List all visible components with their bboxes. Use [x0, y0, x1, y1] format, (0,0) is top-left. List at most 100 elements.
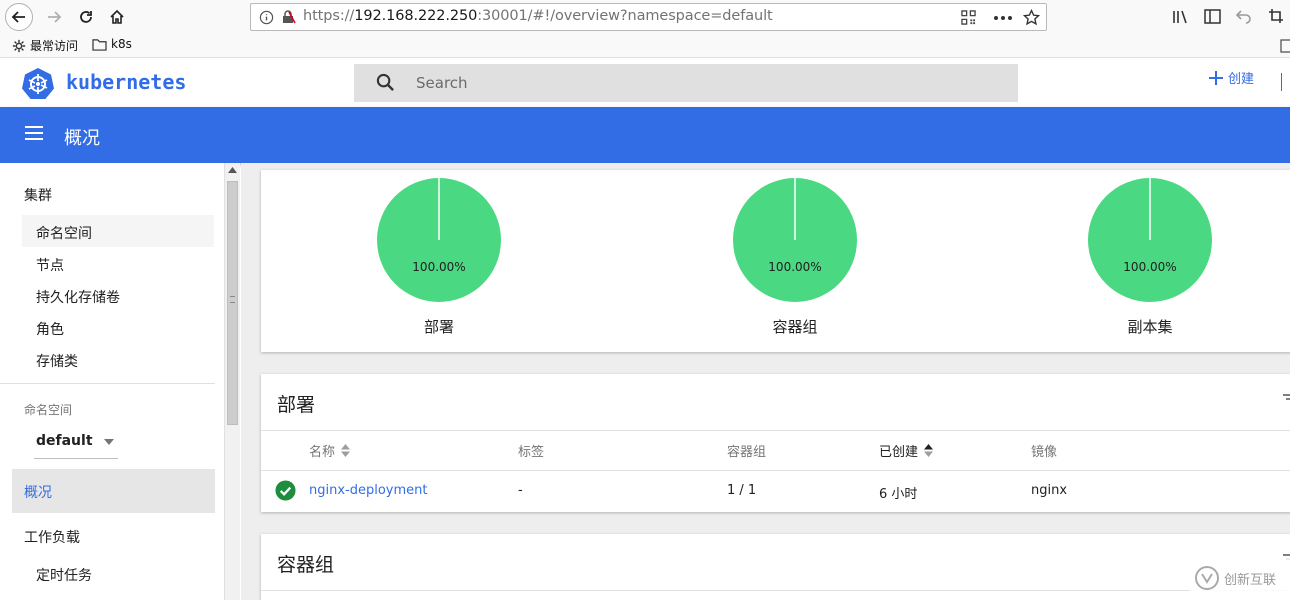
- deployment-pods: 1 / 1: [727, 483, 757, 498]
- app-header: kubernetes Search 创建: [0, 58, 1290, 107]
- table-row: nginx-deployment - 1 / 1 6 小时 nginx: [261, 471, 1290, 511]
- search-input[interactable]: Search: [354, 64, 1018, 102]
- screenshot-icon[interactable]: [1268, 8, 1284, 24]
- column-header-name[interactable]: 名称: [309, 441, 351, 460]
- kubernetes-logo-icon[interactable]: [22, 67, 54, 99]
- sidebar-item-persistent-volumes[interactable]: 持久化存储卷: [36, 287, 120, 307]
- sidebar-item-namespaces[interactable]: 命名空间: [36, 223, 92, 243]
- deployments-card: 部署 名称 标签 容器组 已创建 镜像 nginx-deployment - 1…: [261, 374, 1290, 512]
- deployment-name-link[interactable]: nginx-deployment: [309, 483, 428, 498]
- workload-status-card: 100.00% 部署 100.00% 容器组 100.00% 副本集: [261, 170, 1290, 352]
- pods-card: 容器组: [261, 534, 1290, 600]
- filter-icon[interactable]: [1283, 394, 1290, 404]
- gear-icon: [12, 39, 26, 52]
- sidebar: 集群 命名空间 节点 持久化存储卷 角色 存储类 命名空间 default 概况…: [0, 163, 224, 600]
- main-content: 100.00% 部署 100.00% 容器组 100.00% 副本集 部署 名称…: [241, 163, 1290, 600]
- insecure-lock-icon: [283, 10, 296, 24]
- menu-icon[interactable]: [25, 126, 43, 140]
- deployment-images: nginx: [1031, 483, 1068, 498]
- column-header-pods: 容器组: [727, 441, 766, 460]
- info-icon: [259, 10, 274, 25]
- pie-svg: 100.00%: [377, 178, 501, 302]
- bookmarks-bar: 最常访问 k8s: [0, 34, 1290, 58]
- pie-percent-label: 100.00%: [1123, 260, 1176, 274]
- app-logo-text[interactable]: kubernetes: [66, 70, 186, 94]
- sort-icon: [341, 444, 351, 457]
- pie-label-pods: 容器组: [772, 318, 818, 336]
- sidebar-scrollbar[interactable]: [224, 163, 240, 600]
- sidebar-item-cron-jobs[interactable]: 定时任务: [36, 565, 92, 585]
- namespace-select[interactable]: default: [34, 429, 118, 459]
- pie-chart-deployments: 100.00%: [376, 177, 502, 303]
- scroll-up-arrow-icon[interactable]: [228, 167, 237, 173]
- column-header-label: 镜像: [1031, 445, 1058, 460]
- arrow-right-icon: [48, 11, 62, 23]
- sidebar-divider: [0, 383, 215, 384]
- url-text: https://192.168.222.250:30001/#!/overvie…: [303, 8, 773, 24]
- column-header-label: 标签: [518, 445, 545, 460]
- sidebar-item-nodes[interactable]: 节点: [36, 255, 64, 275]
- address-bar[interactable]: https://192.168.222.250:30001/#!/overvie…: [250, 3, 1047, 31]
- bookmark-label: 最常访问: [30, 39, 79, 53]
- bookmark-label: k8s: [111, 37, 132, 51]
- column-header-label: 名称: [309, 445, 336, 460]
- namespace-value: default: [36, 433, 93, 449]
- forward-button[interactable]: [40, 3, 68, 31]
- pie-svg: 100.00%: [733, 178, 857, 302]
- sidebar-heading-cluster[interactable]: 集群: [24, 185, 52, 205]
- reload-button[interactable]: [72, 3, 100, 31]
- sidebar-toggle-icon[interactable]: [1204, 9, 1221, 24]
- plus-icon: [1209, 70, 1223, 85]
- header-divider: [1281, 73, 1282, 91]
- column-header-labels: 标签: [518, 441, 544, 460]
- page-title: 概况: [64, 128, 100, 149]
- pie-chart-pods: 100.00%: [732, 177, 858, 303]
- home-button[interactable]: [103, 3, 131, 31]
- watermark: 创新互联: [1190, 556, 1290, 600]
- reload-icon: [80, 11, 92, 23]
- sidebar-item-overview[interactable]: 概况: [12, 469, 215, 513]
- status-ok-icon: [275, 480, 296, 501]
- arrow-left-icon: [11, 11, 25, 23]
- folder-icon: [92, 38, 107, 51]
- create-button[interactable]: 创建: [1208, 68, 1254, 87]
- library-icon[interactable]: [1172, 9, 1189, 25]
- pie-chart-replica-sets: 100.00%: [1087, 177, 1213, 303]
- bookmark-star-icon[interactable]: [1023, 9, 1040, 26]
- back-button[interactable]: [5, 3, 33, 31]
- search-icon: [376, 73, 394, 91]
- qr-code-icon[interactable]: [961, 10, 976, 25]
- bookmark-most-visited[interactable]: 最常访问: [12, 37, 78, 54]
- browser-toolbar: https://192.168.222.250:30001/#!/overvie…: [0, 0, 1290, 34]
- sidebar-item-label: 概况: [24, 485, 52, 501]
- watermark-text: 创新互联: [1224, 572, 1277, 588]
- undo-icon[interactable]: [1236, 9, 1252, 24]
- pie-label-replica-sets: 副本集: [1127, 318, 1173, 336]
- pods-card-title: 容器组: [277, 554, 335, 576]
- column-header-created[interactable]: 已创建: [879, 441, 934, 460]
- namespace-label: 命名空间: [24, 403, 73, 417]
- card-divider: [261, 430, 1290, 431]
- scroll-grip: [230, 296, 235, 303]
- sort-icon-active: [924, 444, 934, 457]
- dropdown-arrow-icon: [104, 439, 114, 445]
- home-icon: [110, 9, 124, 24]
- pie-label-deployments: 部署: [423, 318, 454, 336]
- pie-percent-label: 100.00%: [412, 260, 465, 274]
- sidebar-item-storage-classes[interactable]: 存储类: [36, 351, 78, 371]
- title-bar: 概况: [0, 107, 1290, 163]
- bookmark-folder-k8s[interactable]: k8s: [92, 37, 132, 51]
- page-actions-icon[interactable]: [993, 12, 1013, 24]
- deployment-created: 6 小时: [879, 487, 918, 502]
- create-label: 创建: [1228, 72, 1255, 87]
- pie-percent-label: 100.00%: [768, 260, 821, 274]
- column-header-label: 容器组: [727, 445, 767, 460]
- column-header-label: 已创建: [879, 445, 919, 460]
- mobile-bookmarks-icon[interactable]: [1280, 39, 1290, 53]
- deployment-labels: -: [518, 483, 523, 498]
- search-placeholder: Search: [416, 74, 468, 92]
- column-header-images: 镜像: [1031, 441, 1057, 460]
- sidebar-item-roles[interactable]: 角色: [36, 319, 64, 339]
- scroll-thumb[interactable]: [227, 181, 238, 425]
- sidebar-heading-workloads[interactable]: 工作负载: [24, 527, 80, 547]
